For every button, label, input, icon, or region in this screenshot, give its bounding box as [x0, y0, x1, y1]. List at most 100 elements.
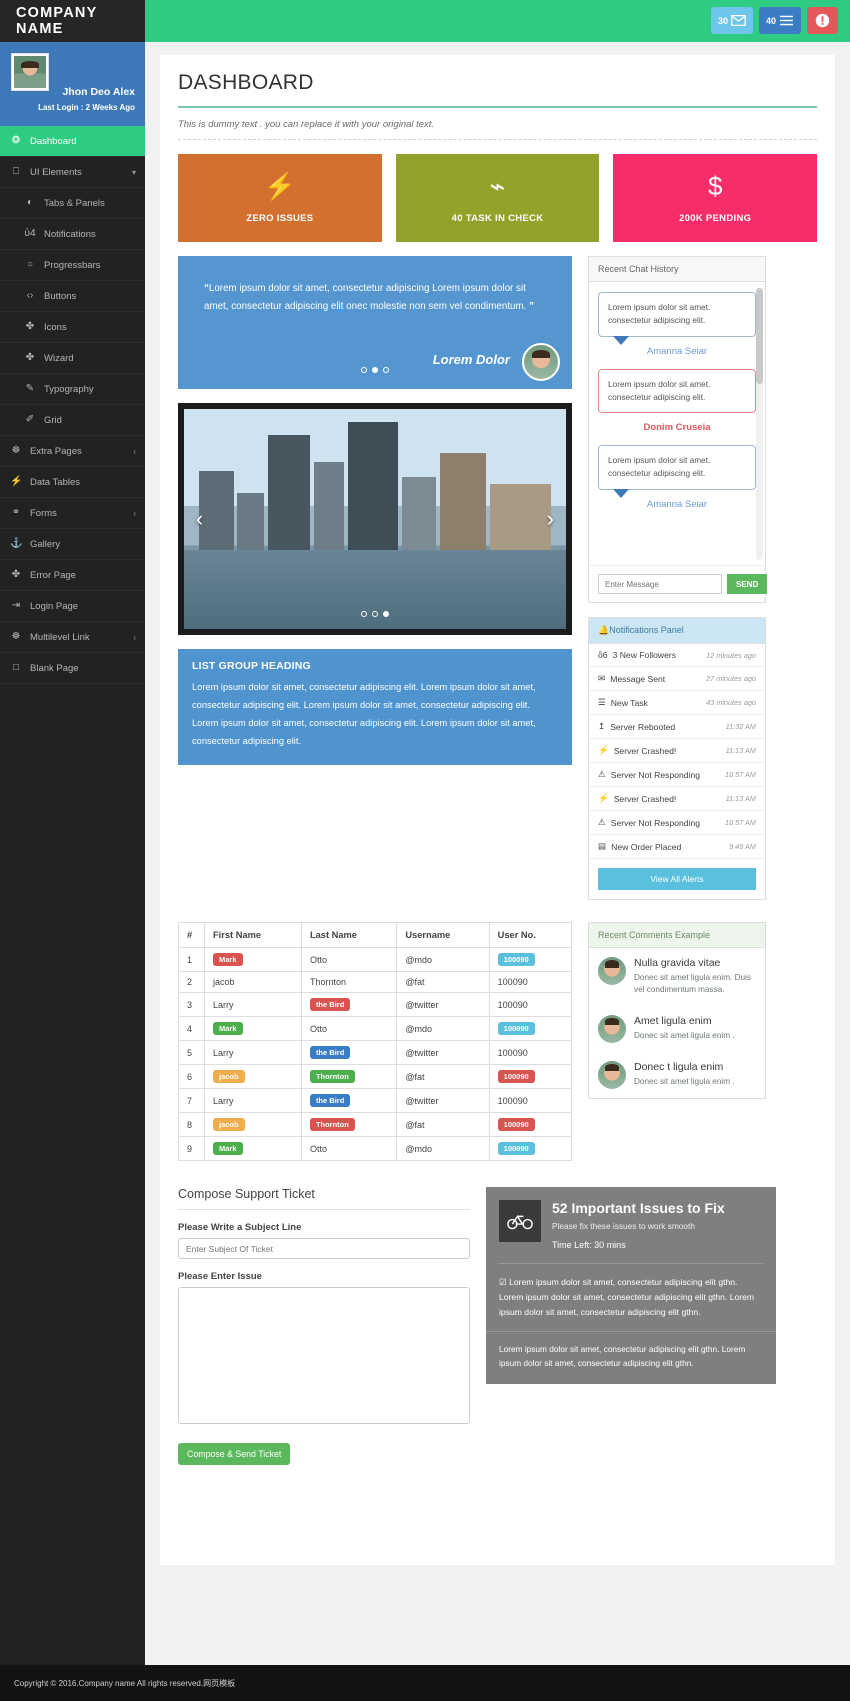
- tasks-button[interactable]: 40: [759, 7, 801, 34]
- table-cell: 100090: [489, 993, 571, 1017]
- bell-icon: ὑ4: [24, 229, 36, 239]
- carousel-next-icon[interactable]: ›: [547, 506, 554, 532]
- table-header-row: #First NameLast NameUsernameUser No.: [179, 923, 572, 948]
- notification-time: 11:13 AM: [726, 746, 756, 755]
- table-cell: @mdo: [397, 1137, 489, 1161]
- sidebar-item-wizard[interactable]: ✤Wizard: [0, 343, 145, 374]
- table-cell: Mark: [205, 1137, 302, 1161]
- notification-time: 43 minutes ago: [706, 698, 756, 707]
- chat-send-button[interactable]: SEND: [727, 574, 767, 594]
- notification-row[interactable]: ⚡Server Crashed!11:13 AM: [589, 787, 765, 811]
- carousel-prev-icon[interactable]: ‹: [196, 506, 203, 532]
- messages-button[interactable]: 30: [711, 7, 753, 34]
- file-icon: □: [10, 663, 22, 673]
- notification-row[interactable]: ὂ63 New Followers12 minutes ago: [589, 644, 765, 667]
- chevron-icon[interactable]: ‹: [133, 447, 136, 456]
- sidebar-item-icons[interactable]: ✤Icons: [0, 312, 145, 343]
- subject-input[interactable]: [178, 1238, 470, 1259]
- check-square-icon: ☑: [499, 1277, 507, 1287]
- table-cell-index: 9: [179, 1137, 205, 1161]
- sidebar-item-ui-elements[interactable]: ⎕UI Elements▾: [0, 157, 145, 188]
- issues-para1-text: Lorem ipsum dolor sit amet, consectetur …: [499, 1277, 754, 1317]
- compose-send-button[interactable]: Compose & Send Ticket: [178, 1443, 290, 1465]
- left-column: “Lorem ipsum dolor sit amet, consectetur…: [178, 256, 572, 765]
- sidebar-item-extra-pages[interactable]: ☸Extra Pages‹: [0, 436, 145, 467]
- chat-author: Amanna Seiar: [598, 346, 756, 357]
- sidebar-item-label: Wizard: [44, 353, 74, 364]
- chevron-icon[interactable]: ‹: [133, 633, 136, 642]
- notification-time: 10:57 AM: [725, 770, 756, 779]
- comments-panel: Recent Comments Example Nulla gravida vi…: [588, 922, 766, 1099]
- mid-row: “Lorem ipsum dolor sit amet, consectetur…: [178, 256, 817, 900]
- sidebar-item-login-page[interactable]: ⇥Login Page: [0, 591, 145, 622]
- sidebar-item-label: Notifications: [44, 229, 96, 240]
- cell-tag: Mark: [213, 1142, 243, 1155]
- notification-row[interactable]: ⚠Server Not Responding10:57 AM: [589, 763, 765, 787]
- sidebar-item-error-page[interactable]: ✤Error Page: [0, 560, 145, 591]
- carousel-dots[interactable]: [361, 611, 389, 617]
- view-all-alerts-button[interactable]: View All Alerts: [598, 868, 756, 890]
- table-row: 3Larrythe Bird@twitter100090: [179, 993, 572, 1017]
- sidebar-item-dashboard[interactable]: ❂Dashboard: [0, 126, 145, 157]
- testimonial-text: “Lorem ipsum dolor sit amet, consectetur…: [204, 280, 546, 316]
- image-carousel[interactable]: ‹ ›: [178, 403, 572, 635]
- chat-message: Lorem ipsum dolor sit amet. consectetur …: [598, 445, 756, 510]
- sidebar-item-grid[interactable]: ✐Grid: [0, 405, 145, 436]
- sidebar-item-forms[interactable]: ⚭Forms‹: [0, 498, 145, 529]
- testimonial-card: “Lorem ipsum dolor sit amet, consectetur…: [178, 256, 572, 389]
- notification-time: 11:32 AM: [726, 722, 756, 731]
- cell-tag: 100090: [498, 1022, 535, 1035]
- sidebar-item-tabs-panels[interactable]: ◐Tabs & Panels: [0, 188, 145, 219]
- carousel-dot[interactable]: [372, 611, 378, 617]
- notification-row[interactable]: ✉Message Sent27 minutes ago: [589, 667, 765, 691]
- chat-scrollbar-thumb[interactable]: [756, 288, 763, 384]
- testimonial-dot[interactable]: [383, 367, 389, 373]
- sidebar-item-data-tables[interactable]: ⚡Data Tables: [0, 467, 145, 498]
- table-row: 2jacobThornton@fat100090: [179, 972, 572, 993]
- tasks-icon: ☰: [598, 697, 606, 708]
- sidebar-item-buttons[interactable]: ‹›Buttons: [0, 281, 145, 312]
- sidebar-item-gallery[interactable]: ⚓Gallery: [0, 529, 145, 560]
- notification-row[interactable]: ↥Server Rebooted11:32 AM: [589, 715, 765, 739]
- carousel-dot[interactable]: [361, 611, 367, 617]
- testimonial-dot[interactable]: [372, 367, 378, 373]
- sidebar-item-notifications[interactable]: ὑ4 Notifications: [0, 219, 145, 250]
- chat-message-input[interactable]: [598, 574, 722, 594]
- chat-bubble: Lorem ipsum dolor sit amet. consectetur …: [598, 292, 756, 337]
- chat-panel: Recent Chat History Lorem ipsum dolor si…: [588, 256, 766, 603]
- sidebar-item-label: Data Tables: [30, 477, 80, 488]
- sidebar-item-multilevel-link[interactable]: ☸Multilevel Link‹: [0, 622, 145, 653]
- table-row: 7Larrythe Bird@twitter100090: [179, 1089, 572, 1113]
- table-cell: @twitter: [397, 1041, 489, 1065]
- sidebar-item-typography[interactable]: ✎Typography: [0, 374, 145, 405]
- monitor-icon: ⎕: [10, 167, 22, 177]
- sidebar-item-progressbars[interactable]: ○Progressbars: [0, 250, 145, 281]
- carousel-dot[interactable]: [383, 611, 389, 617]
- chevron-icon[interactable]: ▾: [132, 168, 136, 177]
- stat-box[interactable]: $200K PENDING: [613, 154, 817, 242]
- chat-text: Lorem ipsum dolor sit amet. consectetur …: [608, 379, 710, 402]
- alerts-button[interactable]: [807, 7, 838, 34]
- sidebar-item-blank-page[interactable]: □Blank Page: [0, 653, 145, 684]
- comment-title: Amet ligula enim: [634, 1015, 735, 1027]
- envelope-icon: ✉: [598, 673, 605, 684]
- notification-row[interactable]: ▤New Order Placed9:49 AM: [589, 835, 765, 859]
- stat-box[interactable]: ⌁40 TASK IN CHECK: [396, 154, 600, 242]
- table-cell: @fat: [397, 1113, 489, 1137]
- notifications-panel: 🔔Notifications Panel ὂ63 New Followers12…: [588, 617, 766, 900]
- chevron-icon[interactable]: ‹: [133, 509, 136, 518]
- stat-label: 200K PENDING: [679, 213, 751, 224]
- notification-row[interactable]: ☰New Task43 minutes ago: [589, 691, 765, 715]
- notification-row[interactable]: ⚡Server Crashed!11:13 AM: [589, 739, 765, 763]
- sidebar-item-label: Tabs & Panels: [44, 198, 105, 209]
- testimonial-dots[interactable]: [361, 367, 389, 373]
- stat-box[interactable]: ⚡ZERO ISSUES: [178, 154, 382, 242]
- testimonial-dot[interactable]: [361, 367, 367, 373]
- chat-history[interactable]: Lorem ipsum dolor sit amet. consectetur …: [589, 282, 765, 565]
- notification-time: 10:57 AM: [725, 818, 756, 827]
- notification-row[interactable]: ⚠Server Not Responding10:57 AM: [589, 811, 765, 835]
- bolt-icon: ⚡: [264, 173, 296, 199]
- table-row-section: #First NameLast NameUsernameUser No. 1Ma…: [178, 922, 817, 1161]
- comment-body: Donec sit amet ligula enim. Duis vel con…: [634, 972, 756, 997]
- issue-textarea[interactable]: [178, 1287, 470, 1424]
